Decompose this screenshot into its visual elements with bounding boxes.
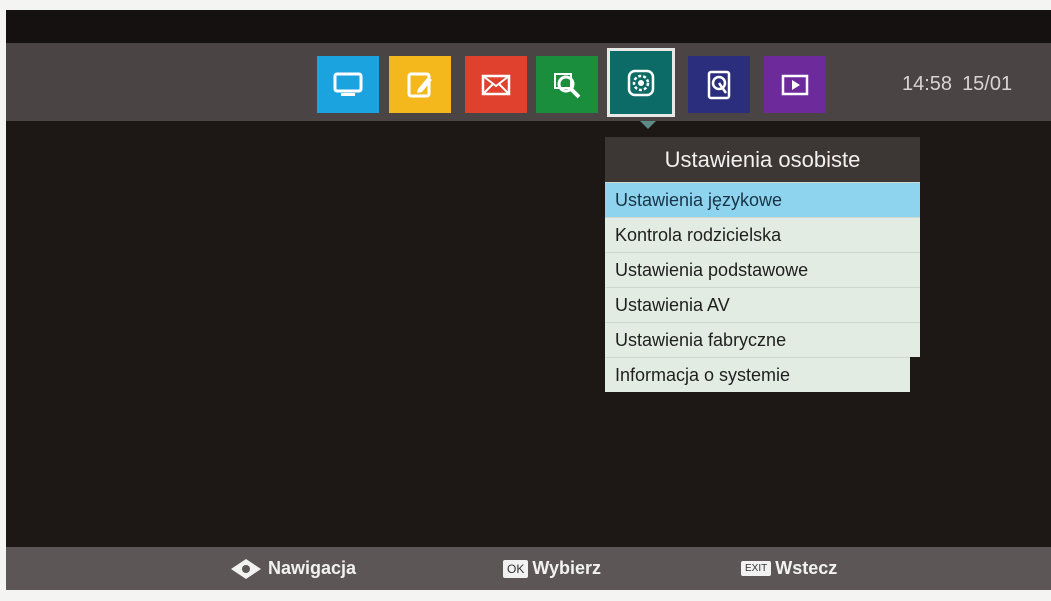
settings-menu: Ustawienia osobiste Ustawienia językowe … bbox=[605, 137, 920, 392]
hint-navigate-label: Nawigacja bbox=[268, 558, 357, 578]
menu-item-system-info[interactable]: Informacja o systemie bbox=[605, 357, 910, 392]
active-tile-pointer bbox=[640, 121, 656, 129]
tile-search[interactable] bbox=[536, 56, 598, 113]
clock: 14:58 15/01 bbox=[902, 73, 1012, 96]
menu-title: Ustawienia osobiste bbox=[605, 137, 920, 182]
menu-item-language[interactable]: Ustawienia językowe bbox=[605, 182, 920, 217]
tile-mail[interactable] bbox=[465, 56, 527, 113]
menu-item-basic-settings[interactable]: Ustawienia podstawowe bbox=[605, 252, 920, 287]
navigation-icon bbox=[231, 558, 261, 579]
tile-tv[interactable] bbox=[317, 56, 379, 113]
hint-exit-label: Wstecz bbox=[775, 558, 838, 578]
hdd-icon bbox=[707, 70, 731, 99]
tv-screen: 14:58 15/01 Ustawienia osobiste Ustawieni… bbox=[6, 10, 1051, 590]
mail-icon bbox=[481, 74, 511, 95]
hint-navigate: Nawigacja bbox=[230, 547, 356, 590]
tile-storage[interactable] bbox=[688, 56, 750, 113]
hint-ok: OK Wybierz bbox=[503, 547, 601, 590]
hint-exit: EXIT Wstecz bbox=[741, 547, 837, 590]
gear-icon bbox=[627, 69, 655, 96]
time-text: 14:58 bbox=[902, 73, 953, 95]
search-icon bbox=[554, 72, 581, 98]
tile-edit[interactable] bbox=[389, 56, 451, 113]
hint-ok-label: Wybierz bbox=[532, 558, 602, 578]
tv-icon bbox=[333, 72, 363, 96]
date-text: 15/01 bbox=[962, 73, 1013, 95]
help-bar: Nawigacja OK Wybierz EXIT Wstecz bbox=[6, 547, 1051, 590]
exit-key-badge: EXIT bbox=[741, 561, 772, 576]
top-band bbox=[6, 10, 1051, 43]
menu-item-factory-settings[interactable]: Ustawienia fabryczne bbox=[605, 322, 920, 357]
menu-item-av-settings[interactable]: Ustawienia AV bbox=[605, 287, 920, 322]
play-icon bbox=[781, 74, 809, 95]
tile-media[interactable] bbox=[764, 56, 826, 113]
top-menu-bar: 14:58 15/01 bbox=[6, 43, 1051, 121]
menu-item-parental-control[interactable]: Kontrola rodzicielska bbox=[605, 217, 920, 252]
edit-icon bbox=[407, 72, 432, 97]
ok-key-badge: OK bbox=[503, 559, 529, 578]
tile-settings[interactable] bbox=[610, 51, 672, 114]
